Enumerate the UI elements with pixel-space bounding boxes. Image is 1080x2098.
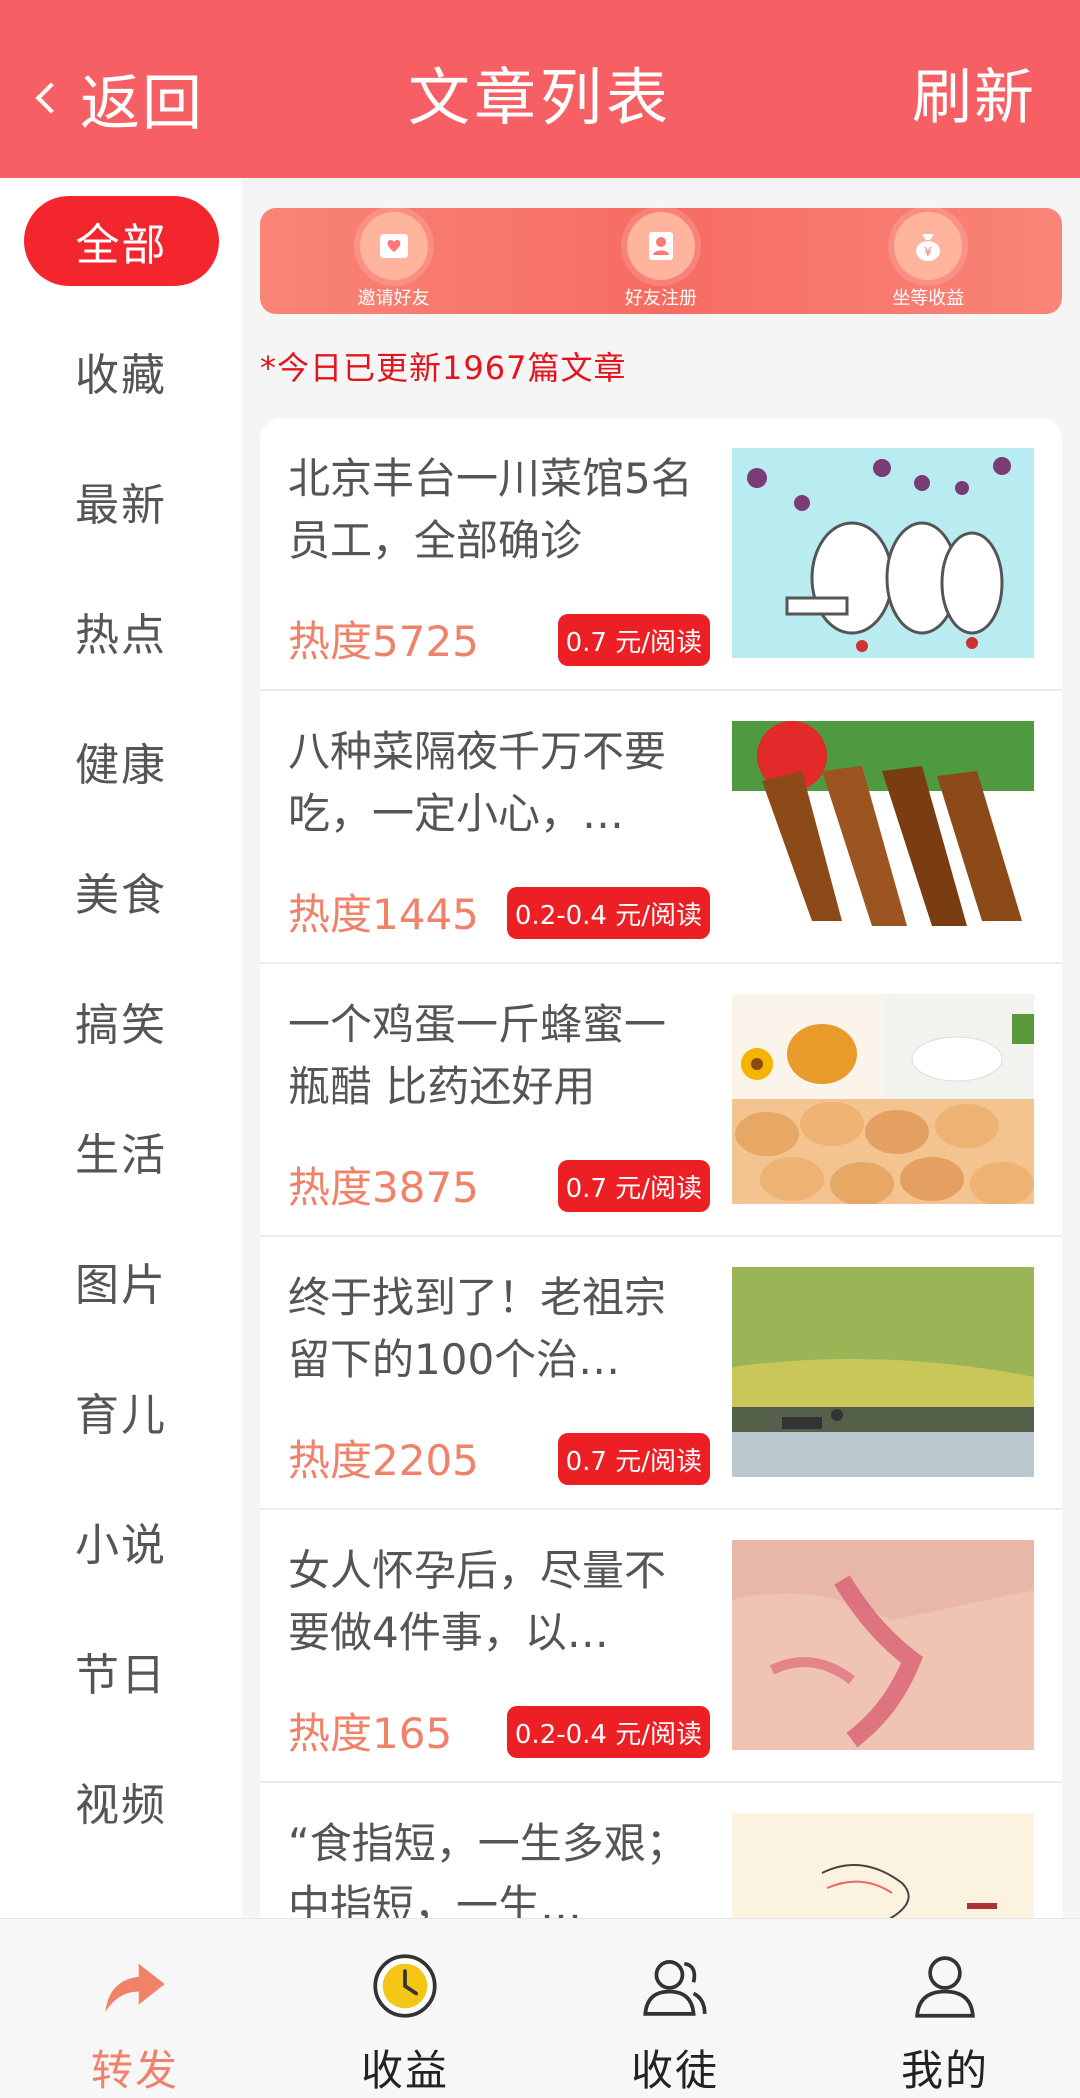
banner-register-label: 好友注册: [624, 288, 697, 309]
article-heat: 热度1445: [288, 890, 479, 939]
article-item[interactable]: 女人怀孕后，尽量不要做4件事，以… 热度165 0.2-0.4 元/阅读: [260, 1510, 1062, 1783]
article-heat: 热度165: [288, 1709, 453, 1758]
article-item[interactable]: 终于找到了！老祖宗留下的100个治… 热度2205 0.7 元/阅读: [260, 1237, 1062, 1510]
category-food[interactable]: 美食: [0, 846, 242, 936]
money-bag-icon: ¥: [894, 212, 963, 280]
banner-invite[interactable]: 邀请好友: [304, 212, 484, 310]
svg-text:¥: ¥: [924, 245, 932, 259]
invite-icon: [359, 212, 428, 280]
article-title: 一个鸡蛋一斤蜂蜜一瓶醋 比药还好用: [288, 1000, 667, 1111]
article-heat: 热度2205: [288, 1436, 479, 1485]
category-parenting[interactable]: 育儿: [0, 1366, 242, 1456]
article-heat: 热度3875: [288, 1163, 479, 1212]
article-price-badge: 0.2-0.4 元/阅读: [506, 887, 710, 939]
article-title: 女人怀孕后，尽量不要做4件事，以…: [288, 1546, 667, 1657]
article-title: “食指短，一生多艰；中指短，一生…: [288, 1819, 688, 1918]
category-funny[interactable]: 搞笑: [0, 976, 242, 1066]
register-icon: [626, 212, 695, 280]
article-item[interactable]: 北京丰台一川菜馆5名员工，全部确诊 热度5725 0.7 元/阅读: [260, 418, 1062, 691]
category-novels[interactable]: 小说: [0, 1496, 242, 1586]
article-thumbnail: [732, 994, 1034, 1204]
article-area: 邀请好友 好友注册 ¥ 坐等收益 *今日已更新1967篇文章 北京丰台一川菜馆5…: [242, 178, 1080, 1918]
category-health[interactable]: 健康: [0, 716, 242, 806]
article-thumbnail: [732, 1540, 1034, 1750]
banner-invite-label: 邀请好友: [357, 288, 430, 309]
article-thumbnail: [732, 721, 1034, 931]
tab-mine-label: 我的: [900, 2046, 989, 2095]
tab-mine[interactable]: 我的: [810, 1919, 1080, 2098]
article-item[interactable]: 八种菜隔夜千万不要吃，一定小心，… 热度1445 0.2-0.4 元/阅读: [260, 691, 1062, 964]
article-thumbnail: [732, 1267, 1034, 1477]
category-all[interactable]: 全部: [24, 196, 219, 286]
article-title: 八种菜隔夜千万不要吃，一定小心，…: [288, 727, 667, 838]
category-favorites[interactable]: 收藏: [0, 326, 242, 416]
article-price-badge: 0.7 元/阅读: [557, 1433, 710, 1485]
category-latest[interactable]: 最新: [0, 456, 242, 546]
banner-register[interactable]: 好友注册: [571, 212, 751, 310]
promo-banner[interactable]: 邀请好友 好友注册 ¥ 坐等收益: [260, 208, 1062, 314]
article-title: 终于找到了！老祖宗留下的100个治…: [288, 1273, 667, 1384]
refresh-button[interactable]: 刷新: [912, 58, 1036, 138]
top-bar: 返回 文章列表 刷新: [0, 0, 1080, 178]
tab-share[interactable]: 转发: [0, 1919, 270, 2098]
article-title: 北京丰台一川菜馆5名员工，全部确诊: [288, 454, 693, 565]
banner-earnings-label: 坐等收益: [892, 288, 965, 309]
banner-earnings[interactable]: ¥ 坐等收益: [838, 212, 1018, 310]
article-thumbnail: [732, 1813, 1034, 1918]
category-sidebar: 全部 收藏 最新 热点 健康 美食 搞笑 生活 图片 育儿 小说 节日 视频: [0, 178, 242, 1918]
article-thumbnail: [732, 448, 1034, 658]
article-list: 北京丰台一川菜馆5名员工，全部确诊 热度5725 0.7 元/阅读 八种菜隔夜千…: [260, 418, 1062, 1918]
update-notice: *今日已更新1967篇文章: [260, 349, 627, 387]
article-price-badge: 0.2-0.4 元/阅读: [506, 1706, 710, 1758]
article-heat: 热度5725: [288, 617, 479, 666]
tab-share-label: 转发: [90, 2046, 179, 2095]
tab-earnings-label: 收益: [360, 2046, 449, 2095]
tab-recruit-label: 收徒: [630, 2046, 719, 2095]
category-pictures[interactable]: 图片: [0, 1236, 242, 1326]
category-videos[interactable]: 视频: [0, 1756, 242, 1846]
tab-recruit[interactable]: 收徒: [540, 1919, 810, 2098]
category-festivals[interactable]: 节日: [0, 1626, 242, 1716]
article-price-badge: 0.7 元/阅读: [557, 614, 710, 666]
user-icon: [915, 1956, 975, 2018]
category-life[interactable]: 生活: [0, 1106, 242, 1196]
share-arrow-icon: [105, 1963, 165, 2012]
bottom-tab-bar: 转发 收益 收徒 我的: [0, 1918, 1080, 2098]
category-hot[interactable]: 热点: [0, 586, 242, 676]
article-item[interactable]: “食指短，一生多艰；中指短，一生…: [260, 1783, 1062, 1918]
tab-earnings[interactable]: 收益: [270, 1919, 540, 2098]
article-price-badge: 0.7 元/阅读: [557, 1160, 710, 1212]
clock-icon: [373, 1954, 437, 2018]
users-icon: [643, 1960, 707, 2016]
article-item[interactable]: 一个鸡蛋一斤蜂蜜一瓶醋 比药还好用 热度3875 0.7 元/阅读: [260, 964, 1062, 1237]
